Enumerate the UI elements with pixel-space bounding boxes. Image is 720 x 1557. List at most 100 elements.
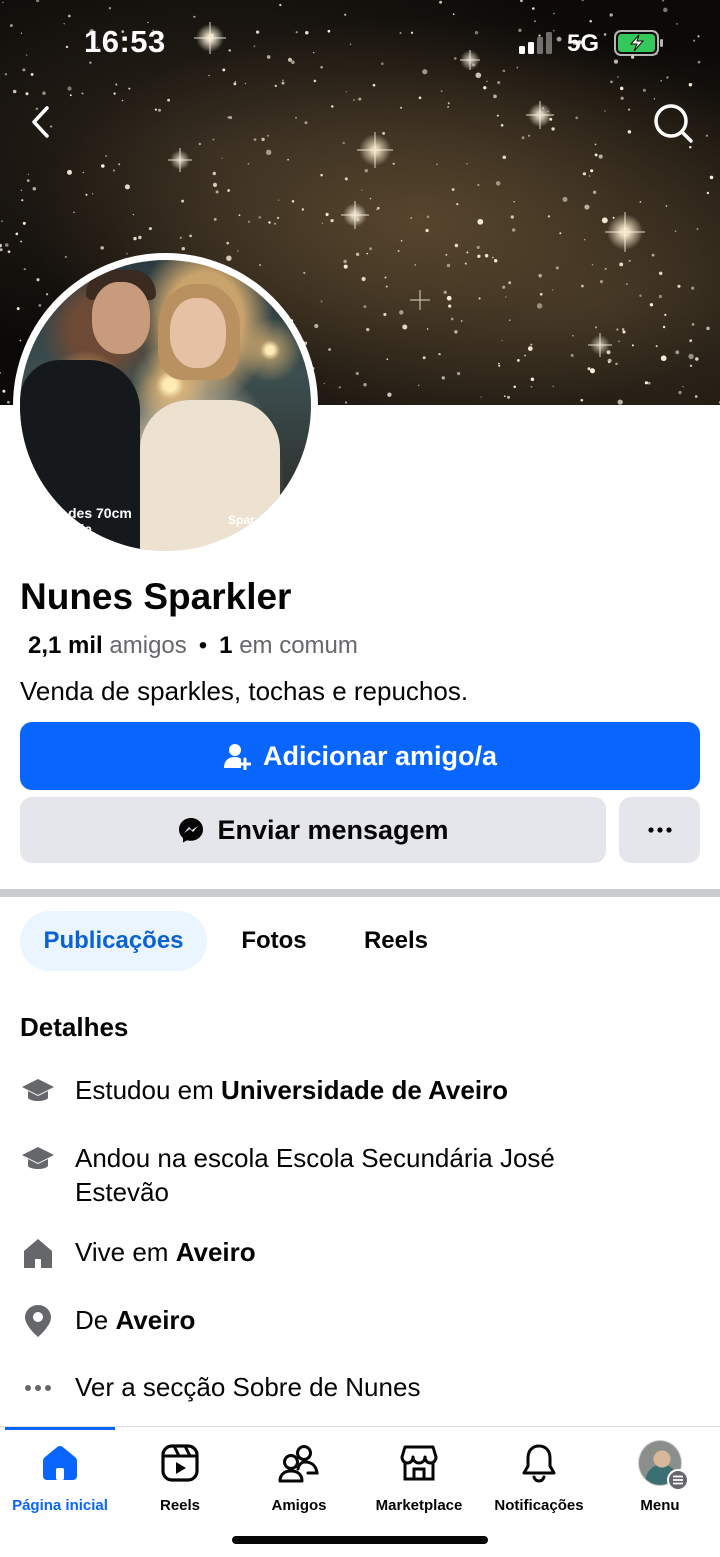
star bbox=[345, 401, 348, 404]
star bbox=[343, 264, 348, 269]
star bbox=[364, 169, 368, 173]
detail-school[interactable]: Andou na escola Escola Secundária José E… bbox=[20, 1141, 700, 1209]
send-message-button[interactable]: Enviar mensagem bbox=[20, 797, 606, 863]
star bbox=[665, 205, 668, 207]
star bbox=[402, 324, 408, 330]
star bbox=[0, 372, 1, 374]
star bbox=[320, 300, 323, 303]
nav-friends[interactable]: Amigos bbox=[239, 1441, 359, 1521]
star bbox=[385, 285, 388, 288]
star bbox=[694, 395, 698, 398]
tab-reels[interactable]: Reels bbox=[340, 911, 452, 971]
star bbox=[441, 376, 445, 380]
friends-stats[interactable]: 2,1 mil amigos • 1 em comum bbox=[28, 632, 358, 660]
more-dots-icon bbox=[20, 1370, 56, 1406]
star bbox=[22, 221, 26, 225]
star bbox=[620, 96, 624, 100]
friends-icon bbox=[277, 1441, 321, 1485]
star bbox=[439, 353, 441, 356]
section-divider bbox=[0, 889, 720, 897]
home-icon bbox=[38, 1441, 82, 1485]
star-flare bbox=[410, 290, 430, 310]
star bbox=[167, 98, 171, 102]
star bbox=[484, 253, 489, 258]
star bbox=[530, 343, 533, 346]
star bbox=[476, 245, 480, 249]
star bbox=[513, 385, 517, 389]
star bbox=[382, 131, 386, 135]
star bbox=[422, 356, 426, 360]
star bbox=[456, 371, 461, 376]
star bbox=[330, 218, 334, 223]
star bbox=[212, 171, 217, 176]
nav-reels[interactable]: Reels bbox=[120, 1441, 240, 1521]
star bbox=[584, 204, 590, 210]
star bbox=[478, 297, 481, 300]
detail-studied[interactable]: Estudou em Universidade de Aveiro bbox=[20, 1073, 700, 1109]
back-button[interactable] bbox=[20, 100, 64, 144]
star bbox=[627, 130, 632, 134]
star bbox=[181, 246, 186, 251]
star bbox=[492, 256, 494, 259]
nav-home[interactable]: Página inicial bbox=[0, 1441, 120, 1521]
star bbox=[559, 232, 562, 235]
star bbox=[25, 92, 29, 96]
star bbox=[113, 92, 116, 95]
star bbox=[0, 248, 3, 252]
more-options-button[interactable] bbox=[619, 797, 700, 863]
star bbox=[456, 202, 459, 206]
see-about-link[interactable]: Ver a secção Sobre de Nunes bbox=[20, 1370, 700, 1406]
nav-marketplace[interactable]: Marketplace bbox=[359, 1441, 479, 1521]
detail-text: De Aveiro bbox=[75, 1305, 196, 1335]
search-button[interactable] bbox=[650, 100, 696, 146]
nav-notifications[interactable]: Notificações bbox=[479, 1441, 599, 1521]
tab-fotos[interactable]: Fotos bbox=[220, 911, 328, 971]
home-indicator bbox=[232, 1536, 488, 1544]
star bbox=[639, 201, 642, 203]
star bbox=[527, 134, 531, 137]
star bbox=[32, 187, 37, 191]
detail-lives-in[interactable]: Vive em Aveiro bbox=[20, 1235, 700, 1271]
star bbox=[301, 208, 305, 211]
star bbox=[542, 107, 545, 110]
star bbox=[675, 350, 680, 355]
star bbox=[247, 220, 251, 223]
star bbox=[445, 254, 448, 256]
avatar-caption: des 70cm ada bbox=[68, 505, 132, 537]
star bbox=[622, 330, 626, 334]
detail-from[interactable]: De Aveiro bbox=[20, 1303, 700, 1339]
profile-picture[interactable]: des 70cm ada Spar bbox=[13, 253, 318, 558]
star bbox=[682, 386, 684, 388]
star bbox=[5, 243, 9, 247]
star bbox=[342, 141, 345, 145]
star bbox=[549, 117, 553, 121]
nav-menu[interactable]: Menu bbox=[600, 1440, 720, 1521]
star bbox=[505, 296, 507, 298]
star bbox=[358, 97, 362, 101]
star bbox=[688, 353, 694, 360]
star bbox=[69, 94, 72, 97]
star bbox=[502, 155, 507, 159]
star bbox=[639, 294, 642, 297]
star bbox=[496, 114, 499, 117]
star bbox=[410, 217, 412, 219]
star bbox=[510, 215, 514, 219]
star bbox=[443, 290, 447, 294]
star bbox=[516, 358, 520, 362]
star bbox=[221, 157, 223, 159]
status-time: 16:53 bbox=[84, 24, 166, 59]
star bbox=[384, 276, 387, 279]
tab-publicacoes[interactable]: Publicações bbox=[20, 911, 207, 971]
nav-label: Menu bbox=[640, 1497, 680, 1514]
star bbox=[706, 191, 710, 195]
add-friend-button[interactable]: Adicionar amigo/a bbox=[20, 722, 700, 790]
star bbox=[477, 183, 480, 187]
star bbox=[261, 137, 265, 142]
separator-dot: • bbox=[198, 632, 208, 659]
star bbox=[426, 328, 429, 330]
star bbox=[366, 252, 369, 255]
star bbox=[547, 215, 551, 218]
star bbox=[215, 190, 219, 194]
bell-icon bbox=[517, 1441, 561, 1485]
star bbox=[238, 214, 241, 217]
